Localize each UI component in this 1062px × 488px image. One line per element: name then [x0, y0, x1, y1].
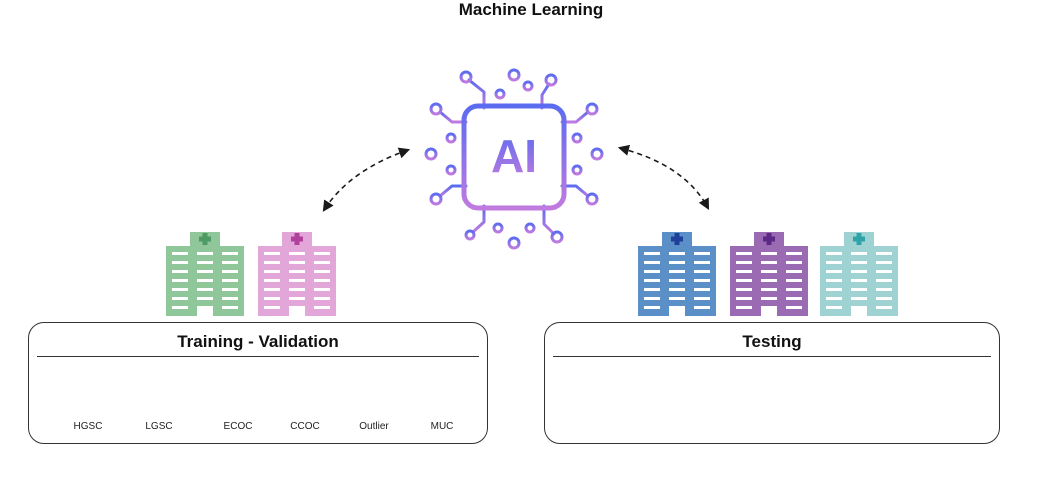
slide-label: LGSC	[145, 421, 173, 432]
testing-panel: Testing	[544, 322, 1000, 444]
testing-hospital-icon	[638, 232, 716, 316]
testing-hospital-icon	[730, 232, 808, 316]
training-hospital-icon	[166, 232, 244, 316]
arrow-ai-to-testing	[617, 144, 710, 210]
arrow-ai-to-training	[322, 147, 411, 212]
testing-hospital-icon	[820, 232, 898, 316]
panel-divider	[553, 356, 991, 357]
ai-chip-label: AI	[491, 130, 537, 182]
panel-divider	[37, 356, 479, 357]
training-validation-title: Training - Validation	[177, 332, 339, 351]
slide-label: CCOC	[290, 421, 320, 432]
slide-label: Outlier	[359, 421, 389, 432]
testing-title: Testing	[742, 332, 802, 351]
training-hospital-icon	[258, 232, 336, 316]
slide-label: MUC	[430, 421, 454, 432]
slide-label: ECOC	[223, 421, 253, 432]
slide-label: HGSC	[73, 421, 103, 432]
